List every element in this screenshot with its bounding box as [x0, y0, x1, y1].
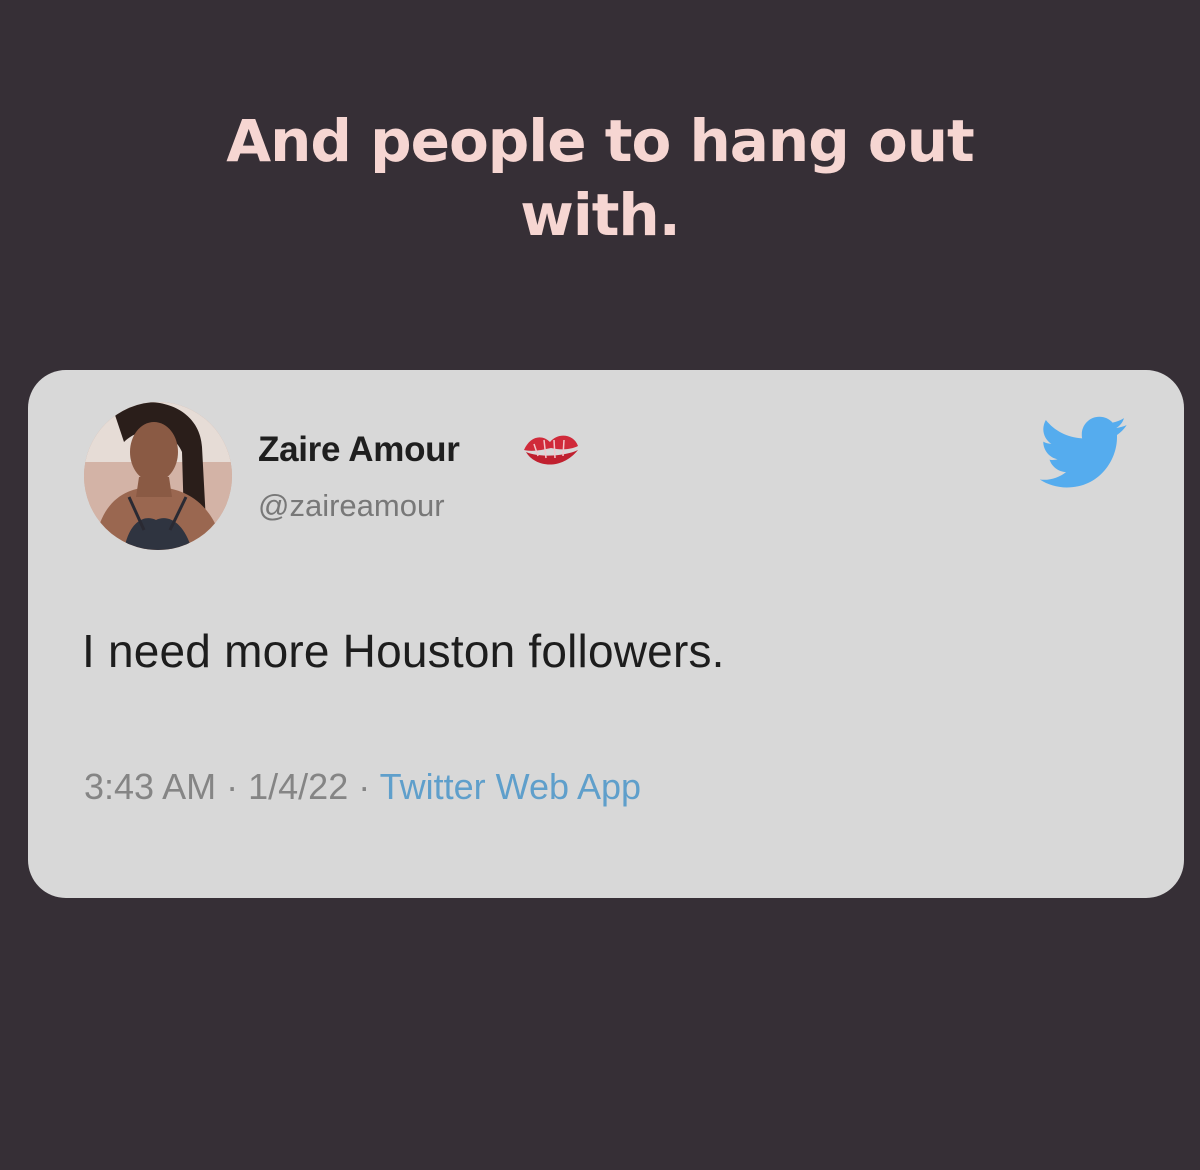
- tweet-meta: 3:43 AM · 1/4/22 · Twitter Web App: [84, 766, 641, 808]
- headline: And people to hang out with.: [100, 104, 1100, 252]
- tweet-source-link[interactable]: Twitter Web App: [380, 766, 641, 807]
- display-name[interactable]: Zaire Amour: [258, 430, 460, 470]
- tweet-text: I need more Houston followers.: [82, 625, 725, 677]
- meta-separator: ·: [226, 766, 239, 807]
- avatar-image: [84, 402, 232, 550]
- tweet-date[interactable]: 1/4/22: [248, 766, 348, 807]
- avatar[interactable]: [84, 402, 232, 550]
- tweet-card[interactable]: Zaire Amour @zaireamour I need more Hous…: [28, 370, 1184, 898]
- headline-line-1: And people to hang out: [226, 107, 975, 175]
- meta-separator: ·: [358, 766, 371, 807]
- headline-line-2: with.: [520, 181, 681, 249]
- tweet-time[interactable]: 3:43 AM: [84, 766, 216, 807]
- twitter-bird-icon[interactable]: [1040, 416, 1128, 490]
- kiss-mark-icon: [524, 435, 578, 465]
- handle[interactable]: @zaireamour: [258, 488, 445, 524]
